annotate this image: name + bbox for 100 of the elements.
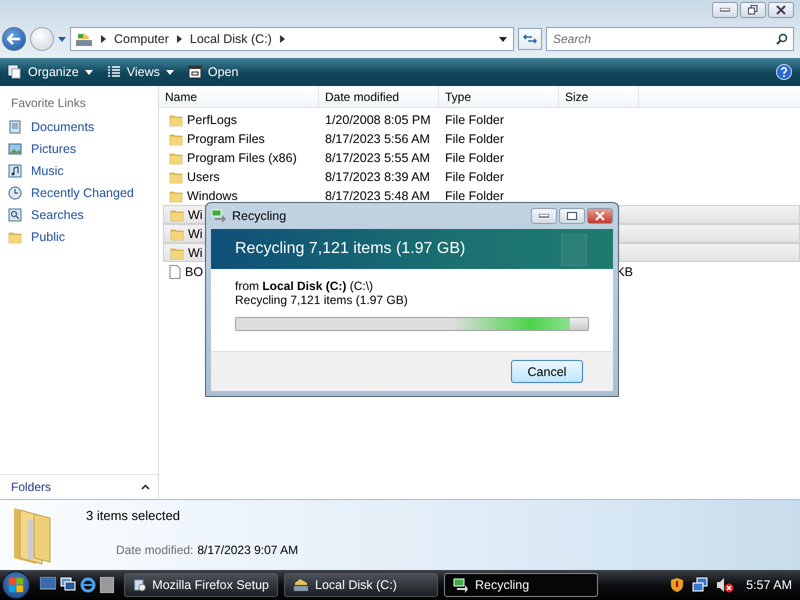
arrow-icon bbox=[7, 33, 21, 45]
search-field[interactable]: Search bbox=[546, 27, 794, 51]
file-row[interactable]: Windows 8/17/2023 5:48 AM File Folder bbox=[163, 186, 800, 205]
type-cell: File Folder bbox=[445, 188, 504, 202]
close-icon bbox=[595, 211, 605, 221]
breadcrumb[interactable]: Computer bbox=[114, 32, 169, 46]
toolbar-button[interactable]: Views bbox=[106, 65, 174, 79]
caret-icon bbox=[499, 36, 507, 42]
sidebar-heading: Favorite Links bbox=[10, 95, 87, 112]
refresh-button[interactable] bbox=[518, 28, 542, 50]
maximize-button[interactable] bbox=[559, 208, 585, 224]
type-cell: File Folder bbox=[445, 112, 504, 126]
folder-icon bbox=[169, 188, 183, 202]
type-cell: File Folder bbox=[445, 132, 504, 146]
back-button[interactable] bbox=[2, 27, 26, 51]
music-icon bbox=[8, 164, 22, 178]
clock: 5:57 AM bbox=[746, 578, 792, 592]
taskbar-button[interactable]: Recycling bbox=[444, 573, 598, 597]
folder-icon bbox=[169, 112, 183, 126]
taskbar-button[interactable]: Mozilla Firefox Setup bbox=[124, 573, 278, 597]
computer-icon bbox=[75, 31, 93, 47]
clock-icon bbox=[8, 186, 22, 200]
magnifier-icon bbox=[8, 208, 22, 222]
shield-icon[interactable] bbox=[670, 577, 684, 593]
type-cell: File Folder bbox=[445, 150, 504, 164]
folder-icon bbox=[170, 208, 184, 222]
toolbar-button[interactable]: Open bbox=[188, 65, 238, 79]
detail-label: Date modified: bbox=[116, 543, 194, 557]
date-cell: 8/17/2023 8:39 AM bbox=[325, 170, 430, 184]
sidebar-link[interactable]: Music bbox=[0, 160, 158, 182]
folder-icon bbox=[170, 226, 184, 240]
taskbar-button[interactable]: Local Disk (C:) bbox=[284, 573, 438, 597]
dialog-header: Recycling 7,121 items (1.97 GB) bbox=[211, 229, 613, 269]
start-button[interactable] bbox=[2, 571, 30, 599]
sidebar-link[interactable]: Public bbox=[0, 226, 158, 248]
recycle-icon bbox=[453, 577, 469, 593]
column-header[interactable]: Type bbox=[439, 86, 559, 108]
restore-button[interactable] bbox=[740, 2, 766, 18]
browser-icon[interactable] bbox=[80, 577, 96, 593]
folder-icon bbox=[8, 230, 22, 244]
sidebar-link[interactable]: Pictures bbox=[0, 138, 158, 160]
date-cell: 8/17/2023 5:55 AM bbox=[325, 150, 430, 164]
file-row[interactable]: Program Files (x86) 8/17/2023 5:55 AM File Folder bbox=[163, 148, 800, 167]
breadcrumb[interactable]: Local Disk (C:) bbox=[190, 32, 272, 46]
dialog-title: Recycling bbox=[232, 209, 286, 223]
muted-speaker-icon[interactable] bbox=[716, 577, 734, 593]
address-bar[interactable]: Computer Local Disk (C:) bbox=[70, 27, 514, 51]
minimize-icon bbox=[720, 8, 730, 12]
search-icon bbox=[776, 33, 788, 45]
minimize-button[interactable] bbox=[531, 208, 557, 224]
minimize-button[interactable] bbox=[712, 2, 738, 18]
minimize-icon bbox=[539, 214, 549, 218]
history-dropdown[interactable] bbox=[58, 36, 66, 42]
chevron-icon bbox=[280, 35, 285, 43]
column-header[interactable]: Name bbox=[159, 86, 319, 108]
source-text: from Local Disk (C:) (C:\) bbox=[235, 279, 374, 293]
document-icon bbox=[8, 120, 22, 134]
chevron-icon bbox=[176, 35, 182, 43]
sidebar-link[interactable]: Searches bbox=[0, 204, 158, 226]
status-text: Recycling 7,121 items (1.97 GB) bbox=[235, 293, 409, 307]
sidebar-link[interactable]: Recently Changed bbox=[0, 182, 158, 204]
folder-icon bbox=[169, 132, 183, 146]
maximize-icon bbox=[567, 212, 577, 220]
drive-icon bbox=[293, 577, 309, 593]
file-row[interactable]: Program Files 8/17/2023 5:56 AM File Folder bbox=[163, 129, 800, 148]
selection-summary: 3 items selected bbox=[86, 508, 181, 523]
file-row[interactable]: Users 8/17/2023 8:39 AM File Folder bbox=[163, 167, 800, 186]
toolbar-button[interactable]: Organize bbox=[8, 65, 93, 79]
close-button[interactable] bbox=[768, 2, 794, 18]
sidebar-link[interactable]: Documents bbox=[0, 116, 158, 138]
help-icon[interactable] bbox=[776, 64, 792, 80]
cancel-button[interactable]: Cancel bbox=[511, 360, 583, 383]
caret-icon bbox=[84, 70, 93, 74]
windows-logo-icon bbox=[8, 577, 24, 593]
column-header[interactable]: Size bbox=[559, 86, 639, 108]
detail-value: 8/17/2023 9:07 AM bbox=[197, 543, 298, 557]
folder-icon bbox=[169, 150, 183, 164]
date-cell: 8/17/2023 5:48 AM bbox=[325, 188, 430, 202]
close-button[interactable] bbox=[587, 208, 613, 224]
column-header[interactable]: Date modified bbox=[319, 86, 439, 108]
date-cell: 8/17/2023 5:56 AM bbox=[325, 132, 430, 146]
caret-icon bbox=[141, 484, 150, 490]
file-row[interactable]: PerfLogs 1/20/2008 8:05 PM File Folder bbox=[163, 110, 800, 129]
date-cell: 1/20/2008 8:05 PM bbox=[325, 112, 431, 126]
picture-icon bbox=[8, 142, 22, 156]
close-icon bbox=[776, 5, 786, 15]
refresh-icon bbox=[523, 33, 537, 45]
pages-icon bbox=[8, 65, 22, 79]
caret-icon bbox=[166, 70, 174, 74]
installer-icon bbox=[133, 577, 146, 593]
chevron-icon bbox=[101, 35, 106, 43]
file-icon bbox=[169, 264, 181, 278]
windows-icon[interactable] bbox=[60, 577, 76, 593]
recycle-icon bbox=[211, 209, 227, 223]
caret-icon bbox=[58, 36, 66, 42]
window-icon bbox=[188, 65, 202, 79]
network-icon[interactable] bbox=[692, 577, 708, 593]
restore-icon bbox=[748, 5, 758, 15]
type-cell: File Folder bbox=[445, 170, 504, 184]
folder-icon bbox=[169, 170, 183, 184]
